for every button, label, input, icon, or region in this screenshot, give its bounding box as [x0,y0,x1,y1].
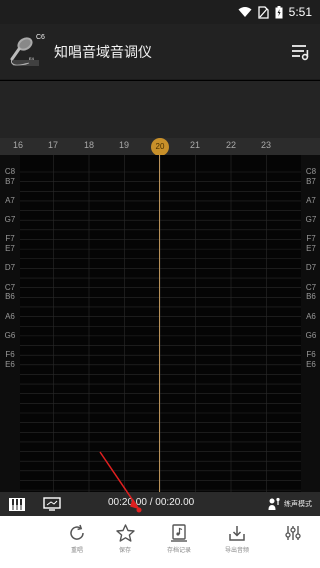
note-label-right: A7 [306,195,316,205]
practice-mode-label: 练声模式 [284,500,312,508]
playlist-menu-icon[interactable] [290,42,310,62]
timeline-current-marker[interactable]: 20 [151,138,169,156]
pitch-grid [20,155,301,492]
note-label-left: F7 [5,234,15,244]
music-file-icon [171,524,187,542]
timeline-ruler[interactable]: 16 17 18 19 20 21 22 23 [0,138,320,156]
note-label-left: A7 [5,195,15,205]
records-label: 存档记录 [166,547,191,554]
app-title: 知唱音域音调仪 [54,45,152,61]
note-label-right: C8 [305,167,317,176]
note-label-right: G7 [305,215,317,225]
timeline-tick: 19 [118,140,129,150]
save-label: 保存 [118,547,131,554]
note-label-right: A6 [306,311,316,321]
note-label-left: A6 [5,311,15,321]
wifi-icon [238,7,252,17]
records-button[interactable]: 存档记录 [151,524,207,554]
star-icon [115,524,135,542]
note-label-right: F7 [306,234,316,244]
app-logo: C6 E4 [9,34,45,69]
playback-time: 00:20.00 / 00:20.00 [108,497,195,508]
note-label-left: D7 [4,263,16,273]
battery-icon [275,5,283,18]
note-label-right: D7 [305,263,317,273]
action-bar: 重唱 保存 存档记录 导出音频 [0,516,320,568]
player-bar: 00:20.00 / 00:20.00 练声模式 [0,492,320,516]
display-mode-icon[interactable] [43,497,61,511]
logo-bottom-note: E4 [29,56,34,61]
note-label-left: G6 [4,330,16,340]
note-label-left: B6 [5,292,15,302]
timeline-tick: 21 [189,140,200,150]
note-label-left: E7 [5,244,15,254]
note-label-left: C7 [4,282,16,292]
note-label-right: C7 [305,282,317,292]
playhead-line[interactable] [159,155,160,492]
note-label-right: E6 [306,359,316,369]
note-label-left: F6 [5,350,15,360]
practice-mode-toggle[interactable]: 练声模式 [267,496,312,512]
pitch-display-area [0,81,320,138]
timeline-tick: 23 [260,140,271,150]
note-label-left: C8 [4,167,16,176]
note-label-left: E6 [5,359,15,369]
status-time: 5:51 [288,5,312,19]
pitch-chart[interactable]: C8 C8 B7 B7 A7 A7 G7 G7 F7 F7 E7 E7 D7 D7 C7 C7 B6 B6 A6 A6… [0,155,320,492]
status-icons: 5:51 [238,3,312,21]
app-header: C6 E4 知唱音域音调仪 [0,24,320,80]
piano-keys-icon[interactable] [9,498,25,511]
note-label-right: F6 [306,350,316,360]
note-label-right: G6 [305,330,317,340]
timeline-tick: 17 [47,140,58,150]
refresh-icon [70,524,84,540]
timeline-tick: 22 [225,140,236,150]
note-label-right: B7 [306,176,316,186]
timeline-tick: 18 [83,140,94,150]
save-button[interactable]: 保存 [97,524,153,554]
logo-top-note: C6 [36,34,45,41]
status-bar: 5:51 [0,0,320,24]
export-audio-label: 导出音频 [224,547,249,554]
re-sing-label: 重唱 [70,547,83,554]
timeline-tick: 16 [12,140,23,150]
note-label-left: B7 [5,176,15,186]
singer-mic-icon [268,497,280,510]
note-label-left: G7 [4,215,16,225]
sliders-icon [285,526,301,540]
note-label-right: B6 [306,292,316,302]
no-sim-icon [257,5,269,19]
download-icon [229,526,245,541]
export-audio-button[interactable]: 导出音频 [209,524,265,554]
settings-sliders-button[interactable] [265,524,320,542]
note-label-right: E7 [306,244,316,254]
